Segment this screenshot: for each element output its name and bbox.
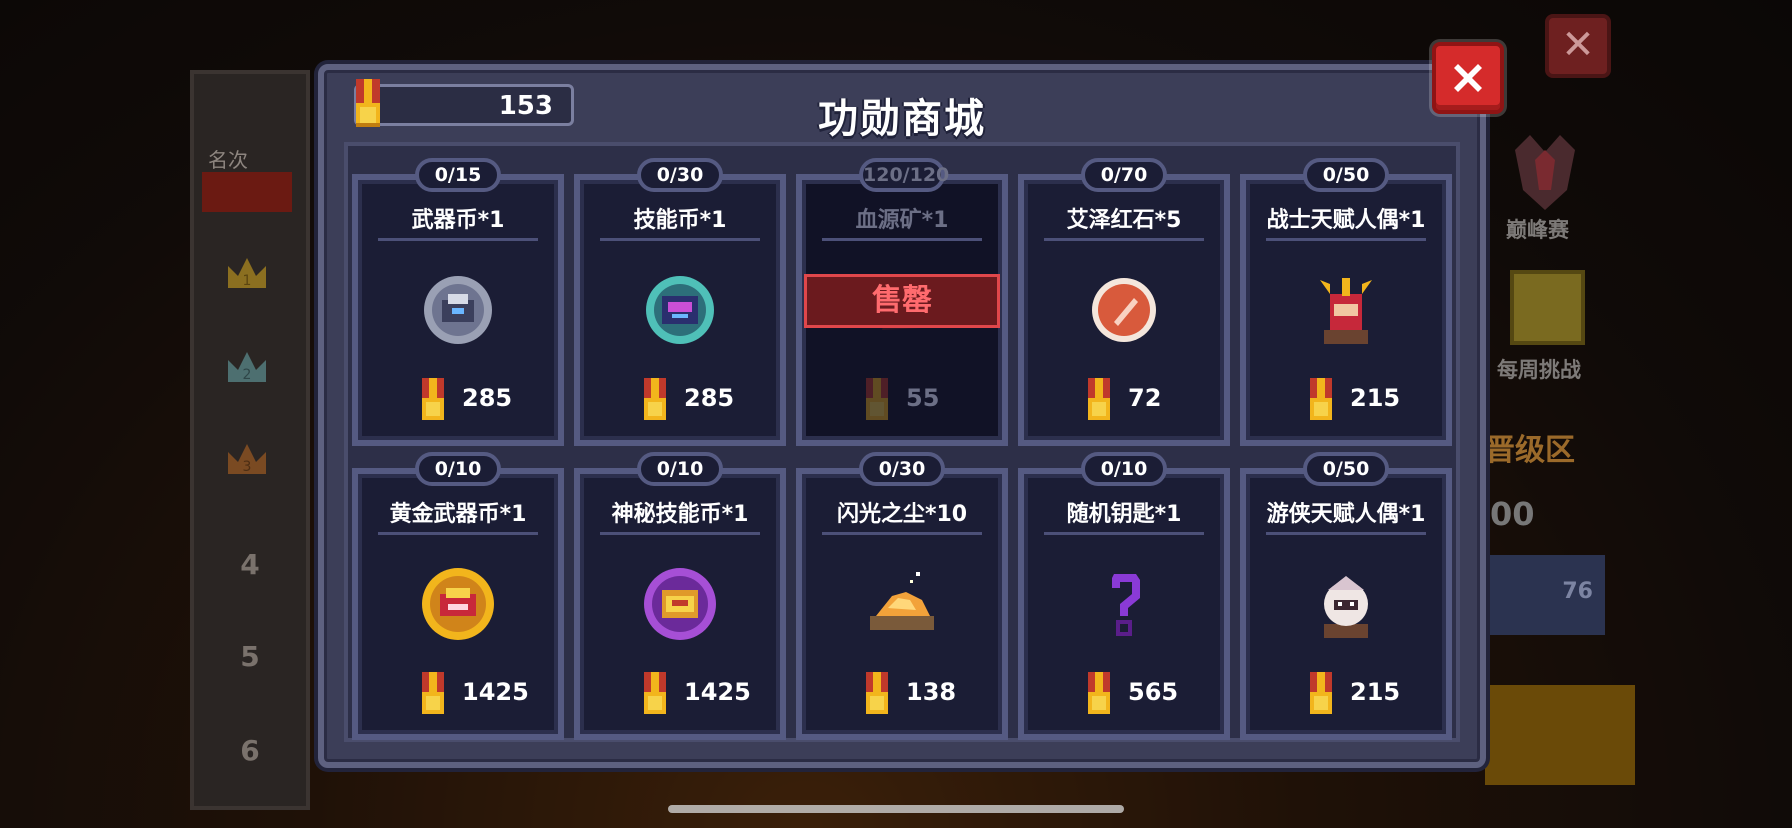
item-price-value: 285 <box>462 384 513 412</box>
stock-counter: 0/70 <box>1081 158 1167 192</box>
card-divider <box>1266 532 1426 535</box>
gold-crown-icon: 1 <box>228 258 266 289</box>
shop-item-card[interactable]: 0/10 黄金武器币*1 1425 <box>352 452 564 740</box>
random-key-icon <box>1112 574 1140 636</box>
item-name: 武器币*1 <box>411 208 505 233</box>
item-name: 艾泽红石*5 <box>1066 208 1182 233</box>
shop-item-card[interactable]: 0/50 游侠天赋人偶*1 215 <box>1240 452 1452 740</box>
gold-weapon-coin-icon <box>422 568 494 640</box>
ranger-doll-icon <box>1324 576 1368 638</box>
card-divider <box>1266 238 1426 241</box>
medal-icon <box>422 378 444 420</box>
item-price-value: 55 <box>906 384 940 412</box>
stock-counter: 0/50 <box>1303 452 1389 486</box>
rank-4: 4 <box>240 548 260 581</box>
stock-counter: 0/50 <box>1303 158 1389 192</box>
peak-match-label: 巅峰赛 <box>1506 218 1569 242</box>
rank-5: 5 <box>240 640 260 673</box>
stock-counter: 0/30 <box>859 452 945 486</box>
shop-item-card[interactable]: 0/30 闪光之尘*10 138 <box>796 452 1008 740</box>
skill-coin-icon <box>646 276 714 344</box>
weekly-challenge-label: 每周挑战 <box>1497 358 1581 382</box>
item-price-value: 215 <box>1350 678 1401 706</box>
medal-icon <box>1310 378 1332 420</box>
item-price-value: 285 <box>684 384 735 412</box>
item-price-value: 1425 <box>684 678 751 706</box>
item-name: 黄金武器币*1 <box>389 502 527 527</box>
medal-icon <box>1088 672 1110 714</box>
background-close-button: ✕ <box>1545 14 1611 78</box>
svg-text:1: 1 <box>243 273 252 289</box>
medal-icon <box>1088 378 1110 420</box>
warrior-doll-icon <box>1320 278 1372 344</box>
shop-item-card[interactable]: 0/50 战士天赋人偶*1 215 <box>1240 158 1452 446</box>
medal-icon <box>422 672 444 714</box>
medal-icon <box>644 672 666 714</box>
flash-dust-icon <box>870 572 934 630</box>
stock-counter: 120/120 <box>859 158 949 192</box>
card-divider <box>600 532 760 535</box>
stock-counter: 0/10 <box>415 452 501 486</box>
item-price-value: 1425 <box>462 678 529 706</box>
item-name: 闪光之尘*10 <box>836 502 968 527</box>
bronze-crown-icon: 3 <box>228 444 266 475</box>
ranking-panel: 名次 1 2 3 4 5 6 <box>190 70 310 810</box>
shop-item-card[interactable]: 0/10 随机钥匙*1 565 <box>1018 452 1230 740</box>
card-divider <box>822 532 982 535</box>
weekly-challenge-icon <box>1510 270 1585 345</box>
silver-crown-icon: 2 <box>228 352 266 383</box>
medal-icon <box>1310 672 1332 714</box>
item-name: 血源矿*1 <box>855 208 949 233</box>
item-name: 战士天赋人偶*1 <box>1266 208 1426 233</box>
partial-slot-value: 76 <box>1562 579 1593 604</box>
medal-icon <box>866 672 888 714</box>
weapon-coin-icon <box>424 276 492 344</box>
home-indicator <box>668 805 1124 813</box>
partial-number: 00 <box>1490 495 1535 533</box>
shop-title: 功勋商城 <box>818 96 986 142</box>
medal-icon <box>644 378 666 420</box>
shop-item-card[interactable]: 0/15 武器币*1 285 <box>352 158 564 446</box>
mystery-skill-coin-icon <box>644 568 716 640</box>
peak-match-icon <box>1515 135 1575 210</box>
rank-header-bar <box>202 172 292 212</box>
close-button[interactable] <box>1432 42 1504 114</box>
promotion-zone-label: 晋级区 <box>1485 433 1575 468</box>
item-price-value: 215 <box>1350 384 1401 412</box>
card-divider <box>1044 532 1204 535</box>
card-divider <box>1044 238 1204 241</box>
svg-text:2: 2 <box>243 367 252 383</box>
card-divider <box>822 238 982 241</box>
background-slot: 76 <box>1485 555 1605 635</box>
shop-item-card[interactable]: 0/70 艾泽红石*5 72 <box>1018 158 1230 446</box>
item-price-value: 138 <box>906 678 957 706</box>
red-stone-icon <box>1092 278 1156 342</box>
item-name: 随机钥匙*1 <box>1066 502 1182 527</box>
item-price-value: 72 <box>1128 384 1162 412</box>
card-divider <box>378 238 538 241</box>
close-icon <box>1454 64 1482 92</box>
shop-item-card[interactable]: 0/10 神秘技能币*1 1425 <box>574 452 786 740</box>
stock-counter: 0/30 <box>637 158 723 192</box>
sold-out-badge: 售罄 <box>804 274 1000 328</box>
shop-item-grid: 0/15 武器币*1 285 0/30 技能币*1 285 120/120 血源矿*1 55 售罄… <box>344 142 1460 742</box>
stock-counter: 0/15 <box>415 158 501 192</box>
item-name: 神秘技能币*1 <box>611 502 749 527</box>
stock-counter: 0/10 <box>1081 452 1167 486</box>
item-price-value: 565 <box>1128 678 1179 706</box>
rank-header: 名次 <box>208 148 248 172</box>
item-name: 技能币*1 <box>633 208 727 233</box>
svg-text:3: 3 <box>243 459 252 475</box>
card-divider <box>378 532 538 535</box>
background-gold-button <box>1485 685 1635 785</box>
card-divider <box>600 238 760 241</box>
medal-icon <box>866 378 888 420</box>
merit-shop-dialog: 153 功勋商城 0/15 武器币*1 285 0/30 技能币*1 285 120/120… <box>318 64 1486 768</box>
shop-item-card[interactable]: 120/120 血源矿*1 55 售罄 <box>796 158 1008 446</box>
rank-6: 6 <box>240 734 260 767</box>
item-name: 游侠天赋人偶*1 <box>1266 502 1426 527</box>
stock-counter: 0/10 <box>637 452 723 486</box>
shop-item-card[interactable]: 0/30 技能币*1 285 <box>574 158 786 446</box>
